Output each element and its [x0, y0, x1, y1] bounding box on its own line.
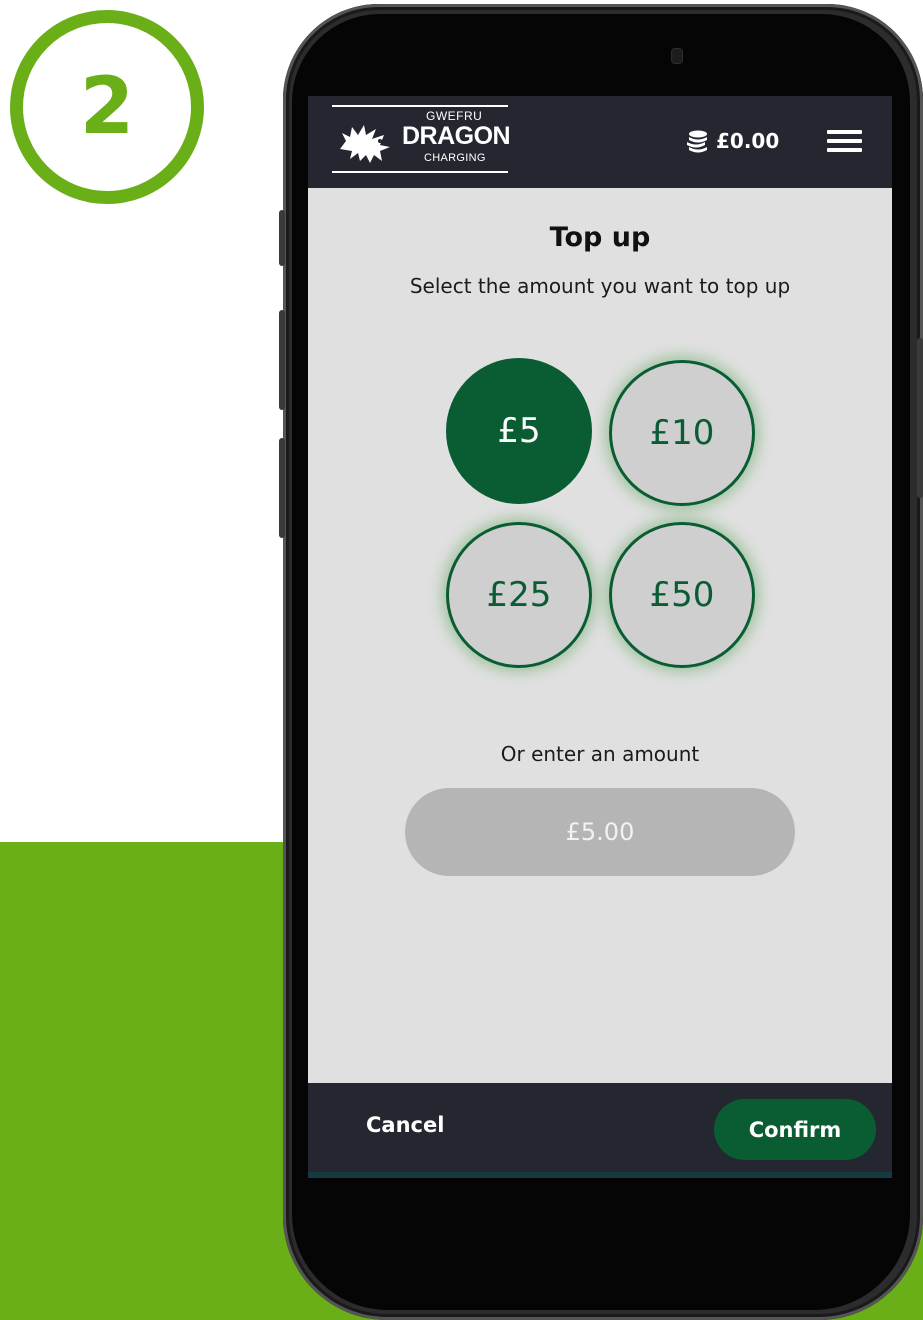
hamburger-menu-icon[interactable]	[827, 130, 862, 152]
front-camera	[671, 48, 683, 64]
gwefru-dragon-logo[interactable]: GWEFRU DRAGON CHARGING	[332, 105, 511, 173]
custom-amount-label: Or enter an amount	[500, 742, 700, 766]
phone-power-button	[917, 338, 923, 498]
action-footer: Cancel Confirm	[308, 1083, 892, 1178]
coins-icon	[687, 130, 707, 153]
app-header: GWEFRU DRAGON CHARGING £0.00	[308, 96, 892, 188]
confirm-button[interactable]: Confirm	[714, 1099, 876, 1160]
logo-text-gwefru: GWEFRU	[426, 109, 483, 123]
phone-volume-down-button	[279, 438, 285, 538]
step-number-badge: 2	[10, 10, 204, 204]
logo-rule-bottom	[332, 171, 508, 173]
balance-amount: £0.00	[716, 129, 780, 153]
logo-text-charging: CHARGING	[424, 152, 486, 164]
phone-side-button	[279, 210, 285, 266]
logo-text-dragon: DRAGON	[402, 122, 511, 150]
phone-volume-up-button	[279, 310, 285, 410]
app-screen: GWEFRU DRAGON CHARGING £0.00 Top up Sele…	[308, 96, 892, 1178]
page-subtitle: Select the amount you want to top up	[409, 274, 791, 298]
step-number: 2	[79, 62, 135, 152]
dragon-icon	[340, 125, 390, 163]
logo-rule-top	[332, 105, 508, 107]
cancel-button[interactable]: Cancel	[366, 1113, 444, 1137]
page-title: Top up	[549, 222, 651, 253]
amount-option-25[interactable]: £25	[446, 522, 592, 668]
wallet-balance[interactable]: £0.00	[684, 126, 779, 156]
amount-option-5[interactable]: £5	[446, 358, 592, 504]
amount-option-10[interactable]: £10	[609, 360, 755, 506]
amount-option-50[interactable]: £50	[609, 522, 755, 668]
custom-amount-input[interactable]	[405, 788, 795, 876]
